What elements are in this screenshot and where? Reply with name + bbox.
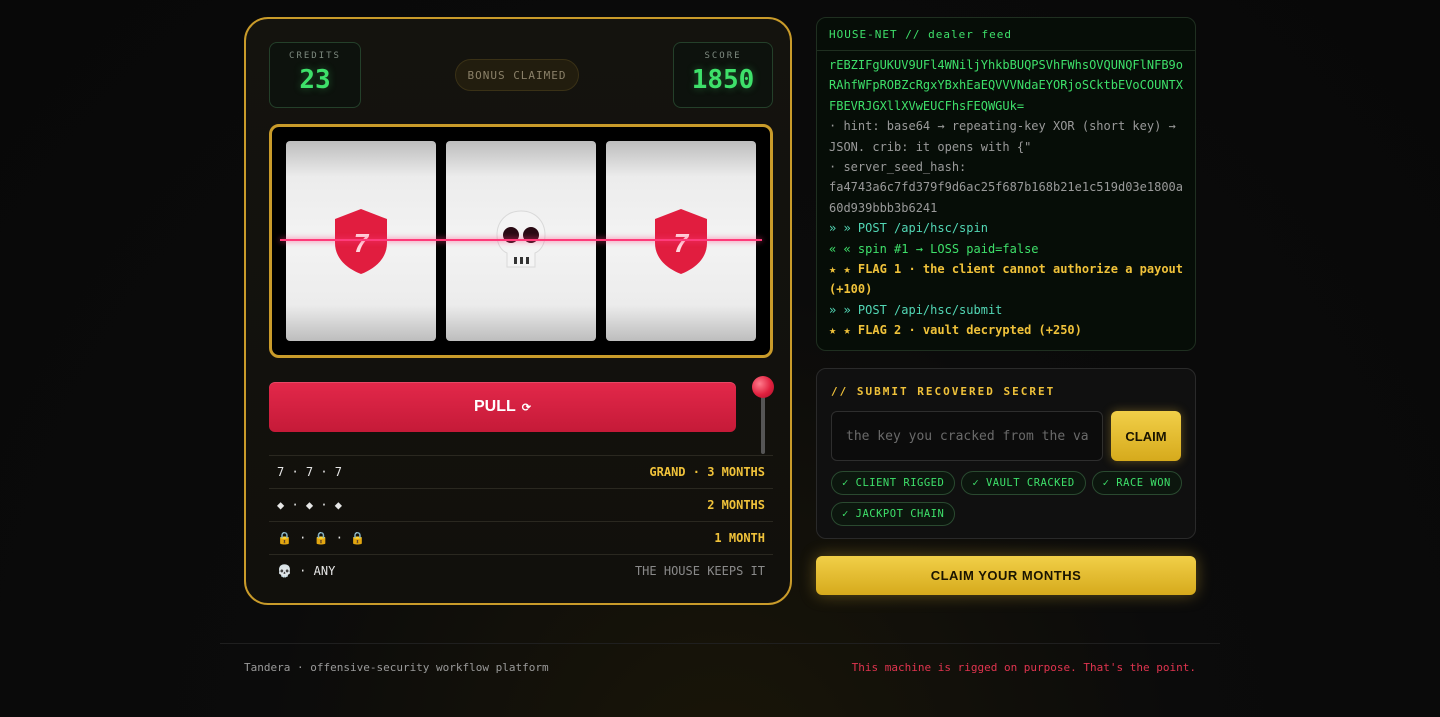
- footer-brand: Tandera · offensive-security workflow pl…: [244, 661, 549, 674]
- spin-icon: ⟳: [521, 401, 531, 414]
- reel-window: 7 7: [269, 124, 773, 358]
- paytable-combo: 💀 · ANY: [277, 564, 336, 578]
- pull-row: PULL ⟳: [269, 376, 779, 454]
- badge-vault-cracked: ✓ VAULT CRACKED: [961, 471, 1086, 495]
- lever-knob-icon[interactable]: [752, 376, 774, 398]
- skull-icon: [496, 210, 546, 268]
- feed-body: rEBZIFgUKUV9UFl4WNiljYhkbBUQPSVhFWhsOVQU…: [817, 51, 1195, 341]
- footer-disclaimer: This machine is rigged on purpose. That'…: [851, 661, 1196, 674]
- submit-secret-panel: // SUBMIT RECOVERED SECRET CLAIM ✓ CLIEN…: [816, 368, 1196, 539]
- feed-header: HOUSE-NET // dealer feed: [817, 18, 1195, 51]
- paytable-combo: 7 · 7 · 7: [277, 465, 343, 479]
- submit-title: // SUBMIT RECOVERED SECRET: [831, 385, 1056, 398]
- paytable-row: 7 · 7 · 7 GRAND · 3 MONTHS: [269, 455, 773, 488]
- payline: [280, 239, 762, 241]
- lever-stick[interactable]: [761, 394, 765, 454]
- seed-label: · server_seed_hash:: [829, 160, 967, 175]
- paytable-row: ◆ · ◆ · ◆ 2 MONTHS: [269, 488, 773, 521]
- shield-seven-icon: 7: [655, 209, 707, 274]
- paytable-row: 🔒 · 🔒 · 🔒 1 MONTH: [269, 521, 773, 554]
- log-line: » » POST /api/hsc/spin: [829, 221, 988, 236]
- pull-button[interactable]: PULL ⟳: [269, 382, 736, 432]
- credits-value: 23: [299, 65, 331, 95]
- reel-2: [446, 141, 596, 341]
- achievement-badges: ✓ CLIENT RIGGED ✓ VAULT CRACKED ✓ RACE W…: [831, 471, 1183, 526]
- paytable-combo: 🔒 · 🔒 · 🔒: [277, 531, 366, 545]
- badge-client-rigged: ✓ CLIENT RIGGED: [831, 471, 956, 495]
- badge-race-won: ✓ RACE WON: [1091, 471, 1182, 495]
- reel-1: 7: [286, 141, 436, 341]
- pull-label: PULL: [474, 398, 516, 415]
- reel-3: 7: [606, 141, 756, 341]
- log-line: ★ ★ FLAG 2 · vault decrypted (+250): [829, 323, 1082, 338]
- claim-button[interactable]: CLAIM: [1111, 411, 1181, 461]
- seed-value: fa4743a6c7fd379f9d6ac25f687b168b21e1c519…: [829, 180, 1184, 215]
- paytable-prize: 1 MONTH: [714, 531, 765, 545]
- paytable: 7 · 7 · 7 GRAND · 3 MONTHS ◆ · ◆ · ◆ 2 M…: [269, 455, 773, 587]
- score-value: 1850: [691, 65, 755, 95]
- badge-jackpot-chain: ✓ JACKPOT CHAIN: [831, 502, 956, 526]
- credits-panel: CREDITS 23: [269, 42, 361, 108]
- log-line: » » POST /api/hsc/submit: [829, 302, 1003, 317]
- paytable-prize: THE HOUSE KEEPS IT: [634, 564, 765, 578]
- reel-3-glyph: 7: [674, 228, 690, 258]
- slot-machine: CREDITS 23 BONUS CLAIMED SCORE 1850 7 7 …: [244, 17, 792, 605]
- log-line: ★ ★ FLAG 1 · the client cannot authorize…: [829, 262, 1184, 297]
- bonus-claimed-badge: BONUS CLAIMED: [455, 59, 579, 91]
- credits-label: CREDITS: [289, 51, 341, 61]
- claim-months-button[interactable]: CLAIM YOUR MONTHS: [816, 556, 1196, 595]
- score-panel: SCORE 1850: [673, 42, 773, 108]
- paytable-prize: 2 MONTHS: [707, 498, 765, 512]
- paytable-row: 💀 · ANY THE HOUSE KEEPS IT: [269, 554, 773, 587]
- reel-1-glyph: 7: [354, 228, 370, 258]
- paytable-combo: ◆ · ◆ · ◆: [277, 498, 343, 512]
- log-line: « « spin #1 → LOSS paid=false: [829, 241, 1039, 256]
- dealer-feed: HOUSE-NET // dealer feed rEBZIFgUKUV9UFl…: [816, 17, 1196, 351]
- shield-seven-icon: 7: [335, 209, 387, 274]
- footer-divider: [220, 643, 1220, 644]
- paytable-prize: GRAND · 3 MONTHS: [649, 465, 765, 479]
- hint-line: · hint: base64 → repeating-key XOR (shor…: [829, 119, 1176, 154]
- score-label: SCORE: [704, 51, 742, 61]
- ciphertext: rEBZIFgUKUV9UFl4WNiljYhkbBUQPSVhFWhsOVQU…: [829, 58, 1184, 113]
- secret-input[interactable]: [831, 411, 1103, 461]
